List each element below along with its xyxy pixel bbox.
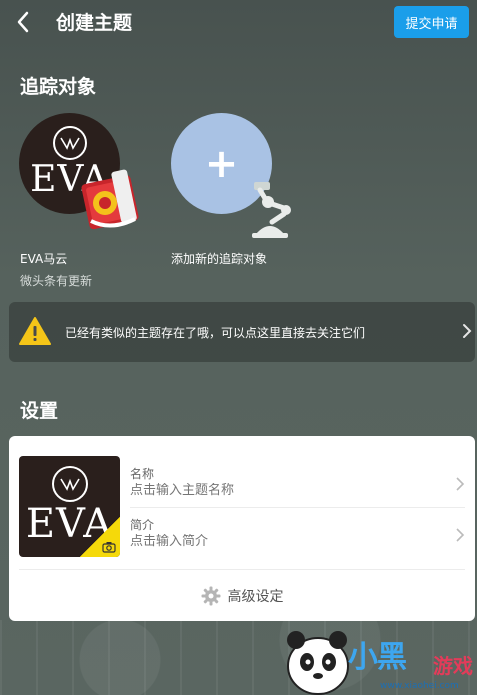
gear-icon [201, 586, 220, 606]
robot-arm-icon [252, 182, 291, 238]
similar-topic-notice[interactable]: 已经有类似的主题存在了哦，可以点这里直接去关注它们 [9, 302, 475, 362]
advanced-settings-button[interactable]: 高级设定 [9, 576, 475, 616]
topic-intro-field[interactable]: 简介 [130, 509, 465, 559]
back-button[interactable] [10, 8, 38, 36]
header-bar: 创建主题 提交申请 [0, 0, 477, 44]
watermark-main: 小黑 [348, 640, 407, 675]
divider [19, 569, 465, 570]
cover-image-picker[interactable]: EVA [19, 456, 120, 557]
settings-section-title: 设置 [20, 400, 59, 422]
page-title: 创建主题 [56, 12, 133, 34]
divider [130, 507, 465, 508]
warning-icon [19, 317, 51, 345]
plus-icon: + [204, 140, 239, 187]
book-icon [81, 169, 139, 230]
topic-intro-input[interactable] [130, 534, 430, 549]
eva-logo-icon [52, 125, 87, 160]
topic-name-input[interactable] [130, 483, 430, 498]
chevron-right-icon [456, 477, 465, 491]
add-target-label: 添加新的追踪对象 [171, 252, 268, 266]
track-target-item[interactable]: EVA [19, 113, 144, 238]
target-source: 微头条有更新 [20, 274, 93, 288]
topic-name-field[interactable]: 名称 [130, 458, 465, 508]
camera-icon [102, 542, 116, 553]
eva-logo-icon [51, 465, 88, 502]
intro-label: 简介 [130, 518, 155, 532]
watermark-url: www.xiaohei.com [380, 681, 459, 691]
chevron-right-icon [456, 528, 465, 542]
watermark-sub: 游戏 [433, 654, 473, 678]
settings-card: EVA 名称 简介 [9, 436, 475, 621]
chevron-left-icon [17, 11, 29, 33]
chevron-right-icon [463, 324, 472, 338]
name-label: 名称 [130, 467, 155, 481]
notice-text: 已经有类似的主题存在了哦，可以点这里直接去关注它们 [65, 326, 366, 340]
track-section-title: 追踪对象 [20, 76, 97, 98]
camera-badge [80, 517, 120, 557]
submit-button[interactable]: 提交申请 [394, 6, 469, 38]
advanced-settings-label: 高级设定 [227, 589, 284, 605]
target-name: EVA马云 [20, 252, 68, 266]
